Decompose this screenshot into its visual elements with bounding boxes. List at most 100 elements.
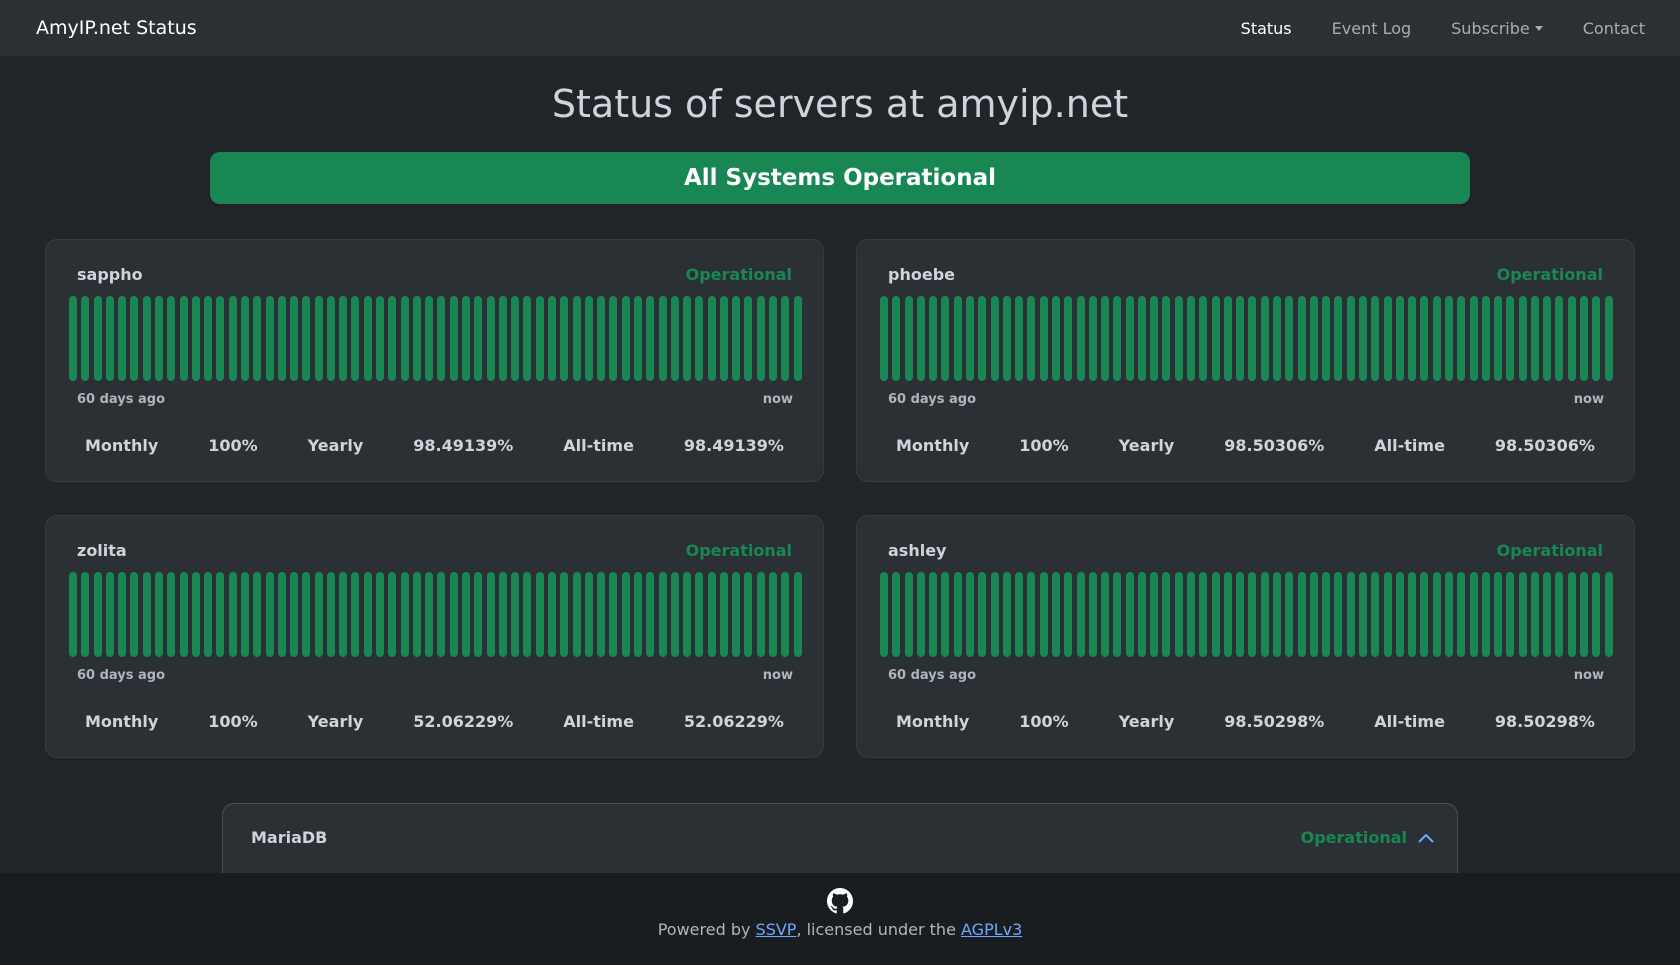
uptime-day-bar[interactable]	[1580, 572, 1589, 657]
uptime-day-bar[interactable]	[240, 572, 249, 657]
uptime-day-bar[interactable]	[584, 296, 593, 381]
uptime-day-bar[interactable]	[670, 572, 679, 657]
uptime-day-bar[interactable]	[978, 296, 987, 381]
uptime-day-bar[interactable]	[314, 296, 323, 381]
nav-contact[interactable]: Contact	[1583, 19, 1645, 38]
uptime-day-bar[interactable]	[621, 572, 630, 657]
uptime-day-bar[interactable]	[1395, 572, 1404, 657]
uptime-day-bar[interactable]	[597, 572, 606, 657]
uptime-day-bar[interactable]	[204, 296, 213, 381]
uptime-day-bar[interactable]	[437, 572, 446, 657]
uptime-day-bar[interactable]	[1408, 296, 1417, 381]
uptime-day-bar[interactable]	[535, 296, 544, 381]
uptime-day-bar[interactable]	[1125, 572, 1134, 657]
agpl-link[interactable]: AGPLv3	[961, 920, 1022, 939]
uptime-day-bar[interactable]	[449, 572, 458, 657]
uptime-day-bar[interactable]	[1199, 296, 1208, 381]
uptime-day-bar[interactable]	[462, 296, 470, 381]
uptime-day-bar[interactable]	[1322, 296, 1331, 381]
uptime-day-bar[interactable]	[1506, 296, 1515, 381]
uptime-day-bar[interactable]	[1064, 572, 1073, 657]
uptime-day-bar[interactable]	[793, 572, 802, 657]
uptime-day-bar[interactable]	[756, 572, 765, 657]
uptime-day-bar[interactable]	[941, 572, 950, 657]
uptime-day-bar[interactable]	[437, 296, 446, 381]
uptime-day-bar[interactable]	[990, 572, 999, 657]
uptime-day-bar[interactable]	[154, 572, 163, 657]
uptime-day-bar[interactable]	[572, 572, 581, 657]
uptime-day-bar[interactable]	[1211, 572, 1220, 657]
uptime-day-bar[interactable]	[646, 572, 655, 657]
uptime-day-bar[interactable]	[412, 572, 421, 657]
uptime-day-bar[interactable]	[462, 572, 470, 657]
uptime-day-bar[interactable]	[1162, 572, 1171, 657]
uptime-day-bar[interactable]	[1481, 572, 1490, 657]
uptime-day-bar[interactable]	[142, 296, 151, 381]
uptime-day-bar[interactable]	[339, 296, 348, 381]
uptime-day-bar[interactable]	[916, 296, 925, 381]
uptime-day-bar[interactable]	[1051, 296, 1060, 381]
uptime-day-bar[interactable]	[290, 572, 299, 657]
uptime-day-bar[interactable]	[1199, 572, 1208, 657]
uptime-day-bar[interactable]	[314, 572, 323, 657]
uptime-day-bar[interactable]	[1051, 572, 1060, 657]
uptime-day-bar[interactable]	[204, 572, 213, 657]
uptime-day-bar[interactable]	[707, 296, 716, 381]
uptime-day-bar[interactable]	[1580, 296, 1589, 381]
uptime-day-bar[interactable]	[216, 296, 225, 381]
uptime-day-bar[interactable]	[1187, 296, 1196, 381]
uptime-day-bar[interactable]	[93, 296, 102, 381]
uptime-day-bar[interactable]	[584, 572, 593, 657]
uptime-day-bar[interactable]	[904, 572, 913, 657]
uptime-day-bar[interactable]	[1420, 296, 1429, 381]
uptime-day-bar[interactable]	[1395, 296, 1404, 381]
uptime-day-bar[interactable]	[1187, 572, 1196, 657]
uptime-day-bar[interactable]	[1592, 296, 1601, 381]
uptime-day-bar[interactable]	[1604, 572, 1613, 657]
uptime-day-bar[interactable]	[1113, 296, 1122, 381]
uptime-day-bar[interactable]	[326, 296, 335, 381]
uptime-day-bar[interactable]	[498, 572, 507, 657]
uptime-day-bar[interactable]	[732, 296, 741, 381]
uptime-day-bar[interactable]	[498, 296, 507, 381]
uptime-day-bar[interactable]	[1236, 572, 1245, 657]
uptime-day-bar[interactable]	[1273, 572, 1281, 657]
uptime-day-bar[interactable]	[880, 572, 888, 657]
uptime-day-bar[interactable]	[781, 572, 790, 657]
nav-subscribe[interactable]: Subscribe	[1451, 19, 1543, 38]
uptime-day-bar[interactable]	[744, 296, 753, 381]
uptime-day-bar[interactable]	[1223, 572, 1232, 657]
uptime-day-bar[interactable]	[1432, 572, 1441, 657]
uptime-day-bar[interactable]	[1223, 296, 1232, 381]
uptime-day-bar[interactable]	[1555, 572, 1564, 657]
uptime-day-bar[interactable]	[1150, 296, 1159, 381]
uptime-day-bar[interactable]	[523, 572, 532, 657]
uptime-day-bar[interactable]	[1518, 296, 1527, 381]
uptime-day-bar[interactable]	[1432, 296, 1441, 381]
uptime-day-bar[interactable]	[118, 296, 127, 381]
uptime-day-bar[interactable]	[1088, 296, 1097, 381]
uptime-day-bar[interactable]	[695, 296, 704, 381]
uptime-day-bar[interactable]	[719, 296, 728, 381]
uptime-day-bar[interactable]	[339, 572, 348, 657]
uptime-day-bar[interactable]	[560, 296, 569, 381]
uptime-day-bar[interactable]	[1211, 296, 1220, 381]
uptime-day-bar[interactable]	[941, 296, 950, 381]
uptime-day-bar[interactable]	[683, 572, 692, 657]
uptime-day-bar[interactable]	[1248, 572, 1257, 657]
uptime-day-bar[interactable]	[1518, 572, 1527, 657]
uptime-day-bar[interactable]	[1322, 572, 1331, 657]
chevron-up-icon[interactable]	[1417, 832, 1435, 844]
uptime-day-bar[interactable]	[191, 572, 200, 657]
uptime-day-bar[interactable]	[167, 572, 176, 657]
uptime-day-bar[interactable]	[1309, 572, 1318, 657]
uptime-day-bar[interactable]	[1530, 296, 1539, 381]
uptime-day-bar[interactable]	[978, 572, 987, 657]
uptime-day-bar[interactable]	[990, 296, 999, 381]
uptime-day-bar[interactable]	[1162, 296, 1171, 381]
uptime-day-bar[interactable]	[191, 296, 200, 381]
uptime-day-bar[interactable]	[400, 572, 409, 657]
uptime-day-bar[interactable]	[1076, 296, 1085, 381]
service-group-mariadb[interactable]: MariaDB Operational	[222, 803, 1458, 873]
uptime-day-bar[interactable]	[1076, 572, 1085, 657]
